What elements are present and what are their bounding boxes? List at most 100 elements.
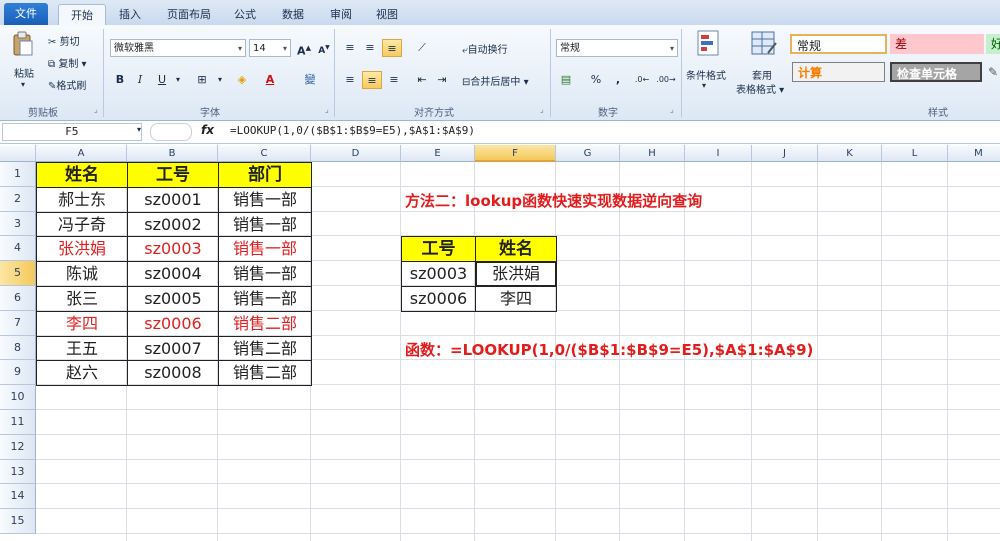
alignment-launcher-icon[interactable]: ⌟ xyxy=(540,105,544,114)
table-header-cell[interactable]: 姓名 xyxy=(36,162,128,188)
row-header-13[interactable]: 13 xyxy=(0,459,36,485)
tab-home[interactable]: 开始 xyxy=(58,4,106,26)
number-launcher-icon[interactable]: ⌟ xyxy=(670,105,674,114)
table-cell[interactable]: sz0002 xyxy=(127,211,219,238)
font-name-combo[interactable]: 微软雅黑 ▾ xyxy=(110,39,246,57)
comma-button[interactable]: , xyxy=(608,71,628,89)
decrease-indent-icon[interactable]: ⇤ xyxy=(412,71,432,89)
orientation-icon[interactable]: ⟋ xyxy=(412,39,432,57)
increase-indent-icon[interactable]: ⇥ xyxy=(432,71,452,89)
table-cell[interactable]: 郝士东 xyxy=(36,186,128,213)
column-header-j[interactable]: J xyxy=(752,145,818,162)
fill-color-icon[interactable]: ◈ xyxy=(232,71,252,89)
lookup-header-cell[interactable]: 姓名 xyxy=(475,236,557,263)
table-cell[interactable]: 销售一部 xyxy=(218,186,312,213)
row-header-5[interactable]: 5 xyxy=(0,261,36,286)
table-cell[interactable]: 销售一部 xyxy=(218,261,312,287)
table-cell[interactable]: 王五 xyxy=(36,335,128,362)
tab-view[interactable]: 视图 xyxy=(368,4,406,25)
conditional-format-button[interactable]: 条件格式 xyxy=(686,67,726,82)
style-good[interactable]: 好 xyxy=(986,34,1000,54)
phonetic-icon[interactable]: 變 xyxy=(300,71,320,89)
column-header-d[interactable]: D xyxy=(311,145,401,162)
formula-bar-divider-handle[interactable] xyxy=(150,123,192,141)
row-header-2[interactable]: 2 xyxy=(0,186,36,212)
table-cell[interactable]: 销售二部 xyxy=(218,360,312,387)
row-header-8[interactable]: 8 xyxy=(0,335,36,361)
font-color-icon[interactable]: A xyxy=(260,71,280,89)
font-size-combo[interactable]: 14 ▾ xyxy=(249,39,291,57)
column-header-k[interactable]: K xyxy=(818,145,882,162)
table-cell[interactable]: 销售一部 xyxy=(218,211,312,238)
table-cell[interactable]: 赵六 xyxy=(36,360,128,387)
conditional-format-icon[interactable] xyxy=(697,29,723,59)
tab-data[interactable]: 数据 xyxy=(274,4,312,25)
table-cell[interactable]: 销售二部 xyxy=(218,335,312,362)
wrap-text-button[interactable]: ⤶自动换行 xyxy=(462,41,508,56)
cut-button[interactable]: ✂ 剪切 xyxy=(48,33,80,48)
row-header-11[interactable]: 11 xyxy=(0,410,36,435)
row-header-7[interactable]: 7 xyxy=(0,310,36,336)
table-cell[interactable]: sz0001 xyxy=(127,186,219,213)
column-header-e[interactable]: E xyxy=(401,145,475,162)
align-top-icon[interactable]: ≡ xyxy=(340,39,360,57)
table-cell[interactable]: 陈诚 xyxy=(36,261,128,287)
row-header-12[interactable]: 12 xyxy=(0,434,36,460)
column-header-c[interactable]: C xyxy=(218,145,311,162)
table-cell[interactable]: sz0007 xyxy=(127,335,219,362)
column-header-h[interactable]: H xyxy=(620,145,685,162)
row-header-6[interactable]: 6 xyxy=(0,286,36,311)
increase-decimal-icon[interactable]: .0← xyxy=(632,71,652,89)
table-cell[interactable]: 张洪娟 xyxy=(36,236,128,263)
table-cell[interactable]: sz0006 xyxy=(127,310,219,337)
column-header-m[interactable]: M xyxy=(948,145,1000,162)
paste-icon[interactable] xyxy=(12,31,34,57)
style-normal[interactable]: 常规 xyxy=(790,34,887,54)
table-cell[interactable]: 销售一部 xyxy=(218,236,312,263)
column-header-f[interactable]: F xyxy=(475,145,556,162)
row-header-3[interactable]: 3 xyxy=(0,211,36,237)
column-header-i[interactable]: I xyxy=(685,145,752,162)
column-header-a[interactable]: A xyxy=(36,145,127,162)
lookup-cell[interactable]: sz0003 xyxy=(401,261,476,287)
lookup-header-cell[interactable]: 工号 xyxy=(401,236,476,263)
align-bottom-icon[interactable]: ≡ xyxy=(382,39,402,57)
row-header-1[interactable]: 1 xyxy=(0,162,36,187)
align-center-icon[interactable]: ≡ xyxy=(362,71,382,89)
table-cell[interactable]: 李四 xyxy=(36,310,128,337)
name-box-dropdown-icon[interactable]: ▾ xyxy=(137,125,141,134)
lookup-cell[interactable]: sz0006 xyxy=(401,286,476,312)
align-middle-icon[interactable]: ≡ xyxy=(360,39,380,57)
chevron-down-icon[interactable]: ▾ xyxy=(210,71,230,89)
number-format-combo[interactable]: 常规 ▾ xyxy=(556,39,678,57)
style-check-cell[interactable]: 检查单元格 xyxy=(890,62,982,82)
column-header-l[interactable]: L xyxy=(882,145,948,162)
lookup-cell[interactable]: 李四 xyxy=(475,286,557,312)
merge-center-button[interactable]: ⊟合并后居中 ▾ xyxy=(462,73,529,88)
select-all-corner[interactable] xyxy=(0,145,36,162)
chevron-down-icon[interactable]: ▾ xyxy=(702,81,706,90)
tab-review[interactable]: 审阅 xyxy=(322,4,360,25)
align-right-icon[interactable]: ≡ xyxy=(384,71,404,89)
align-left-icon[interactable]: ≡ xyxy=(340,71,360,89)
insert-function-icon[interactable]: fx xyxy=(201,123,214,137)
tab-file[interactable]: 文件 xyxy=(4,3,48,25)
table-cell[interactable]: 张三 xyxy=(36,286,128,312)
chevron-down-icon[interactable]: ▾ xyxy=(168,71,188,89)
italic-button[interactable]: I xyxy=(130,71,150,89)
shrink-font-icon[interactable]: A▼ xyxy=(314,39,334,57)
clipboard-launcher-icon[interactable]: ⌟ xyxy=(94,105,98,114)
copy-button[interactable]: ⧉ 复制 ▾ xyxy=(48,55,87,70)
table-cell[interactable]: sz0004 xyxy=(127,261,219,287)
format-painter-button[interactable]: ✎格式刷 xyxy=(48,77,86,92)
table-header-cell[interactable]: 部门 xyxy=(218,162,312,188)
percent-button[interactable]: % xyxy=(586,71,606,89)
paste-dropdown-icon[interactable]: ▾ xyxy=(21,80,25,89)
row-header-15[interactable]: 15 xyxy=(0,509,36,534)
row-header-4[interactable]: 4 xyxy=(0,236,36,262)
borders-icon[interactable]: ⊞ xyxy=(192,71,212,89)
style-calculation[interactable]: 计算 xyxy=(792,62,885,82)
paste-button[interactable]: 粘贴 xyxy=(14,65,34,80)
tab-page-layout[interactable]: 页面布局 xyxy=(158,4,220,25)
font-launcher-icon[interactable]: ⌟ xyxy=(325,105,329,114)
